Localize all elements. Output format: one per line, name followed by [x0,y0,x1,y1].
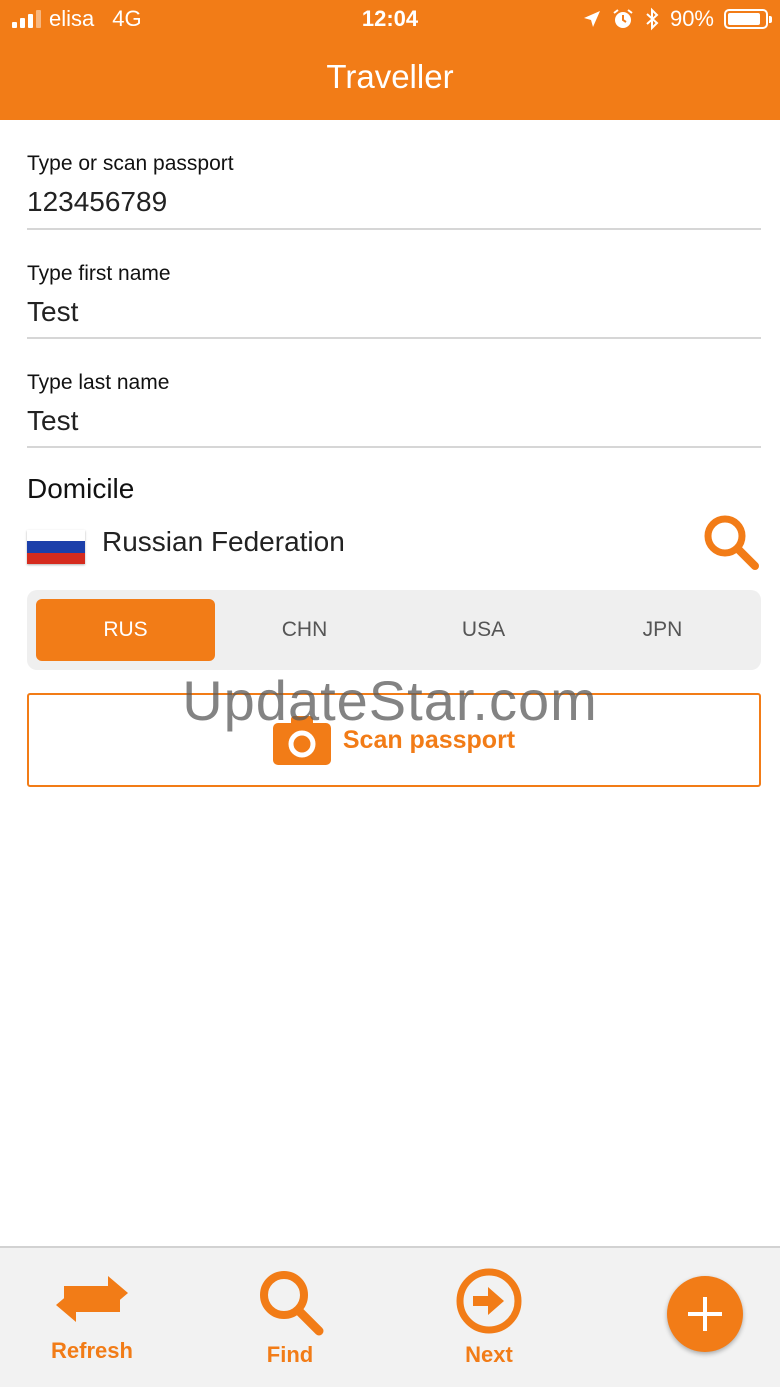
bluetooth-icon [646,7,659,31]
last-name-field[interactable]: Type last name [27,371,761,448]
first-name-field[interactable]: Type first name [27,262,761,339]
plus-icon [688,1297,722,1331]
find-label: Find [266,1342,314,1367]
scan-passport-label: Scan passport [342,725,516,754]
country-segmented-control: RUS CHN USA JPN [27,590,761,670]
passport-input[interactable] [27,186,761,218]
add-button[interactable] [667,1276,743,1352]
page-title: Traveller [326,58,454,95]
location-arrow-icon [583,11,600,27]
battery-icon [724,9,772,29]
last-name-input[interactable] [27,405,761,437]
russia-flag-icon [27,530,85,564]
camera-icon [272,716,331,765]
last-name-label: Type last name [27,371,170,394]
first-name-input[interactable] [27,296,761,328]
top-bar: elisa 4G 12:04 90% Traveller [0,0,780,120]
next-label: Next [465,1342,513,1367]
first-name-label: Type first name [27,262,171,285]
segment-jpn[interactable]: JPN [573,599,752,661]
search-icon[interactable] [701,512,761,572]
refresh-label: Refresh [51,1338,133,1363]
battery-percent: 90% [669,6,714,31]
status-right: 90% [582,6,772,32]
search-icon [260,1271,324,1336]
domicile-country-row[interactable]: Russian Federation [27,510,761,574]
find-button[interactable]: Find [220,1266,360,1368]
passport-field[interactable]: Type or scan passport [27,152,761,230]
domicile-country-name: Russian Federation [102,526,345,557]
refresh-icon [56,1276,128,1322]
alarm-icon [613,9,633,28]
segment-rus[interactable]: RUS [36,599,215,661]
segment-chn[interactable]: CHN [215,599,394,661]
refresh-button[interactable]: Refresh [22,1266,162,1364]
segment-usa[interactable]: USA [394,599,573,661]
passport-label: Type or scan passport [27,152,234,175]
status-bar: elisa 4G 12:04 90% [0,0,780,40]
bottom-toolbar: Refresh Find Next [0,1246,780,1387]
next-button[interactable]: Next [419,1266,559,1368]
scan-passport-button[interactable]: Scan passport [27,693,761,787]
domicile-heading: Domicile [27,473,135,504]
arrow-right-circle-icon [456,1268,522,1334]
